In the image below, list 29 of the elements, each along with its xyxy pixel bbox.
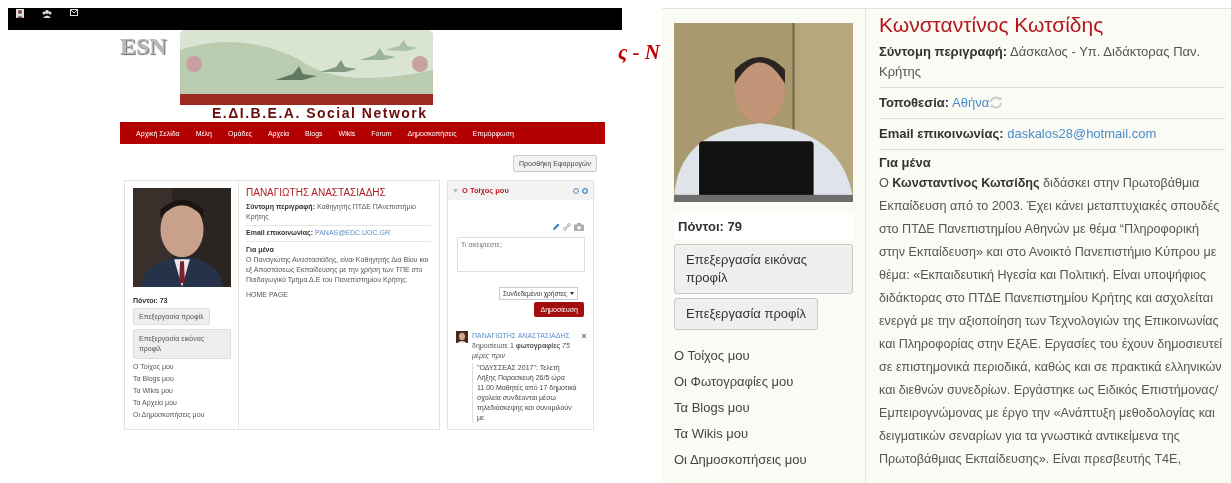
email-link[interactable]: daskalos28@hotmail.com	[1007, 126, 1157, 141]
about-heading: Για μένα	[879, 154, 932, 172]
profile-link[interactable]: Οι Φωτογραφίες μου	[674, 372, 865, 391]
profile-name: Κωνσταντίνος Κωτσίδης	[879, 13, 1105, 37]
edit-button[interactable]: Επεξεργασία προφίλ	[674, 298, 818, 330]
location-link[interactable]: Αθήνα	[952, 95, 990, 110]
site-title: Ε.ΔΙ.Β.Ε.Α. Social Network	[212, 105, 429, 122]
pencil-icon[interactable]	[552, 223, 560, 231]
field-label: Email επικοινωνίας:	[879, 126, 1004, 141]
collapse-icon[interactable]	[453, 188, 458, 193]
group-icon[interactable]	[42, 9, 52, 18]
profile-name: ΠΑΝΑΓΙΩΤΗΣ ΑΝΑΣΤΑΣΙΑΔΗΣ	[246, 187, 387, 198]
mail-icon[interactable]	[70, 9, 78, 16]
profile-field: Σύντομη περιγραφή: Δάσκαλος - Υπ. Διδάκτορας Παν. Κρήτης	[879, 40, 1225, 88]
close-icon[interactable]	[581, 333, 587, 339]
field-label: Τοποθεσία:	[879, 95, 950, 110]
caret-icon	[570, 292, 574, 295]
page-title: ς - Ν	[617, 40, 660, 65]
edit-button[interactable]: Επεξεργασία εικόνας προφίλ	[674, 244, 853, 294]
avatar-icon[interactable]	[16, 9, 24, 18]
profile-link[interactable]: Τα Wikis μου	[674, 424, 865, 443]
camera-icon[interactable]	[574, 223, 584, 231]
link-icon[interactable]	[563, 223, 571, 231]
about-text: Ο Κωνσταντίνος Κωτσίδης διδάσκει στην Πρωτοβάθμια Εκπαίδευση από το 2003. Έχει κάνει μεταπτυχιακές σπουδές στο ΠΤΔΕ Πανεπιστημίου Αθηνών με θέμα “Πληροφορική στην Εκπαίδευση» και στο Ανοικτό Πανεπιστήμιο Κύπρου με θέμα: «Εκπαιδευτική Ηγεσία και Πολιτική. Είναι υποψήφιος διδάκτορας στο ΠΤΔΕ Πανεπιστημίου Κρήτης και ασχολείται ενεργά με την αξιοποίηση των Τεχνολογιών της Επικοινωνίας και Πληροφορίας στην ΕξΑΕ. Εργασίες του έχουν δημοσιευτεί σε επιστημονικά περιοδικά, καθώς και σε πρακτικά ελληνικών και διεθνών συνεδρίων. Εργάστηκε ως Ειδικός Επιστήμονας/ Εμπειρογνώμονας με έργο την «Ανάπτυξη μεθοδολογίας και δειγματικών σεναρίων για τα γνωστικά αντικείμενα της Πρωτοβάθμιας Εκπαίδευσης». Είναι πρεσβευτής T4E,	[879, 175, 1224, 468]
profile-link[interactable]: Οι Δημοσκοπήσεις μου	[674, 450, 865, 469]
points-label: Πόντοι: 79	[674, 213, 853, 240]
settings-icon[interactable]	[573, 187, 579, 194]
profile-link[interactable]: Ο Τοίχος μου	[674, 346, 865, 365]
profile-link[interactable]: Τα Blogs μου	[674, 398, 865, 417]
